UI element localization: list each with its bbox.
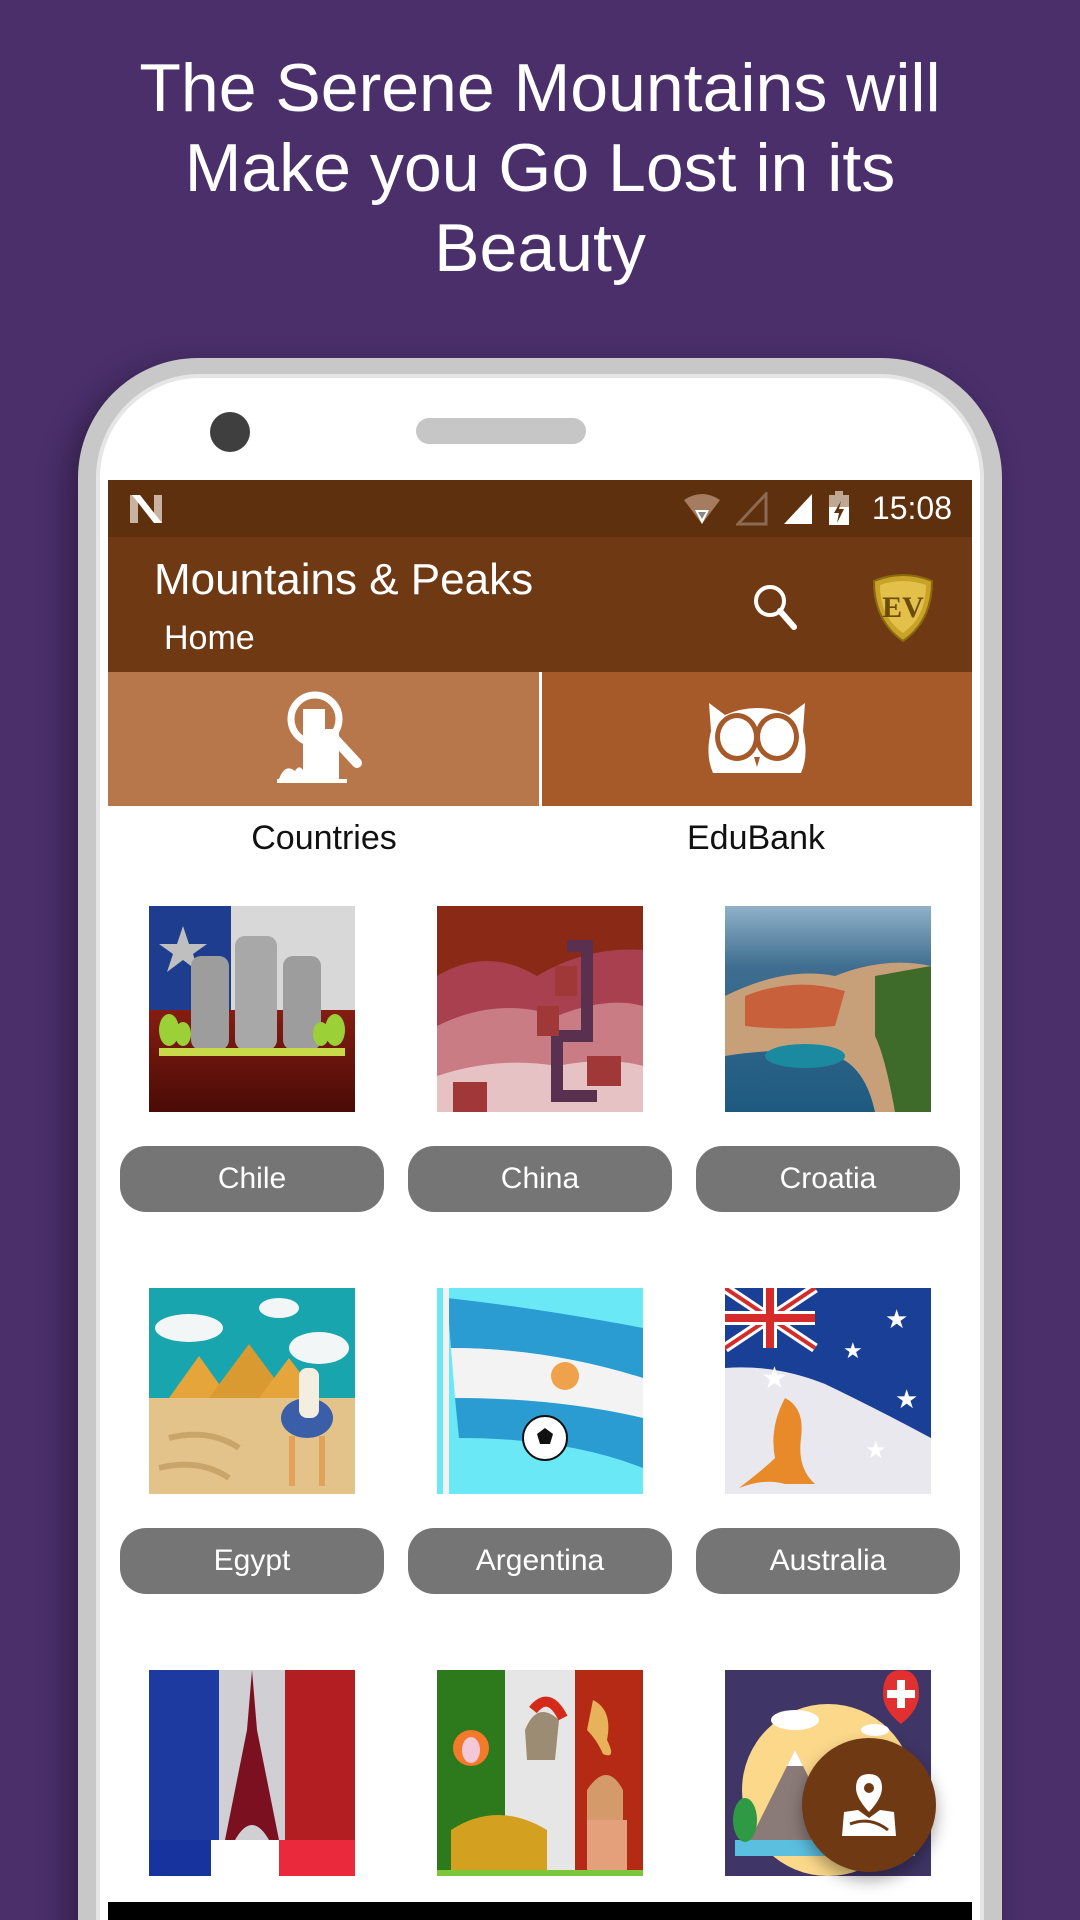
- country-button-china[interactable]: China: [408, 1146, 672, 1212]
- signal-full-icon: [783, 493, 812, 524]
- country-card-italy: [408, 1670, 672, 1920]
- italy-colosseum-image[interactable]: [437, 1670, 643, 1876]
- country-button-croatia[interactable]: Croatia: [696, 1146, 960, 1212]
- svg-text:★: ★: [761, 1361, 788, 1396]
- svg-text:★: ★: [865, 1436, 887, 1464]
- category-tiles: [108, 672, 972, 806]
- country-button-egypt[interactable]: Egypt: [120, 1528, 384, 1594]
- app-screen: 15:08 Mountains & Peaks Home EV Countrie…: [108, 480, 972, 1920]
- china-great-wall-image[interactable]: [437, 906, 643, 1112]
- app-toolbar: Mountains & Peaks Home EV: [108, 537, 972, 672]
- status-time: 15:08: [871, 490, 952, 526]
- tile-edubank[interactable]: [541, 672, 972, 806]
- australia-kangaroo-image[interactable]: ★ ★ ★ ★ ★: [725, 1288, 931, 1494]
- signal-empty-icon: [735, 491, 768, 525]
- svg-text:★: ★: [885, 1305, 908, 1335]
- france-eiffel-image[interactable]: [149, 1670, 355, 1876]
- tile-countries[interactable]: [108, 672, 542, 806]
- map-pin-icon: [842, 1774, 896, 1836]
- egypt-pyramids-image[interactable]: [149, 1288, 355, 1494]
- app-title: Mountains & Peaks: [154, 555, 534, 604]
- tile-label-edubank[interactable]: EduBank: [540, 819, 972, 858]
- map-fab-button[interactable]: [802, 1738, 936, 1872]
- n-logo-icon: [130, 494, 162, 523]
- ev-logo-icon[interactable]: EV: [870, 573, 936, 643]
- status-bar: 15:08: [108, 480, 972, 537]
- country-card-australia: ★ ★ ★ ★ ★ Australia: [696, 1288, 960, 1670]
- chile-moai-image[interactable]: [149, 906, 355, 1112]
- country-card-argentina: Argentina: [408, 1288, 672, 1670]
- wifi-icon: [683, 493, 720, 524]
- city-search-icon: [277, 691, 363, 783]
- search-icon[interactable]: [748, 579, 804, 635]
- croatia-dubrovnik-image[interactable]: [725, 906, 931, 1112]
- svg-text:★: ★: [843, 1339, 863, 1364]
- country-button-chile[interactable]: Chile: [120, 1146, 384, 1212]
- argentina-flag-image[interactable]: [437, 1288, 643, 1494]
- country-card-egypt: Egypt: [120, 1288, 384, 1670]
- tile-labels: Countries EduBank: [108, 806, 972, 870]
- promo-headline: The Serene Mountains will Make you Go Lo…: [139, 50, 941, 286]
- country-card-chile: Chile: [120, 906, 384, 1288]
- country-button-argentina[interactable]: Argentina: [408, 1528, 672, 1594]
- ev-logo-text: EV: [882, 591, 924, 624]
- battery-charging-icon: [828, 490, 849, 525]
- svg-text:★: ★: [895, 1385, 918, 1415]
- country-card-china: China: [408, 906, 672, 1288]
- front-camera: [210, 412, 250, 452]
- system-nav-bar: [108, 1902, 972, 1920]
- owl-icon: [708, 703, 806, 773]
- country-button-australia[interactable]: Australia: [696, 1528, 960, 1594]
- page-subtitle: Home: [164, 619, 255, 657]
- country-card-croatia: Croatia: [696, 906, 960, 1288]
- country-card-france: [120, 1670, 384, 1920]
- tile-label-countries[interactable]: Countries: [108, 819, 540, 858]
- earpiece-speaker: [416, 418, 586, 444]
